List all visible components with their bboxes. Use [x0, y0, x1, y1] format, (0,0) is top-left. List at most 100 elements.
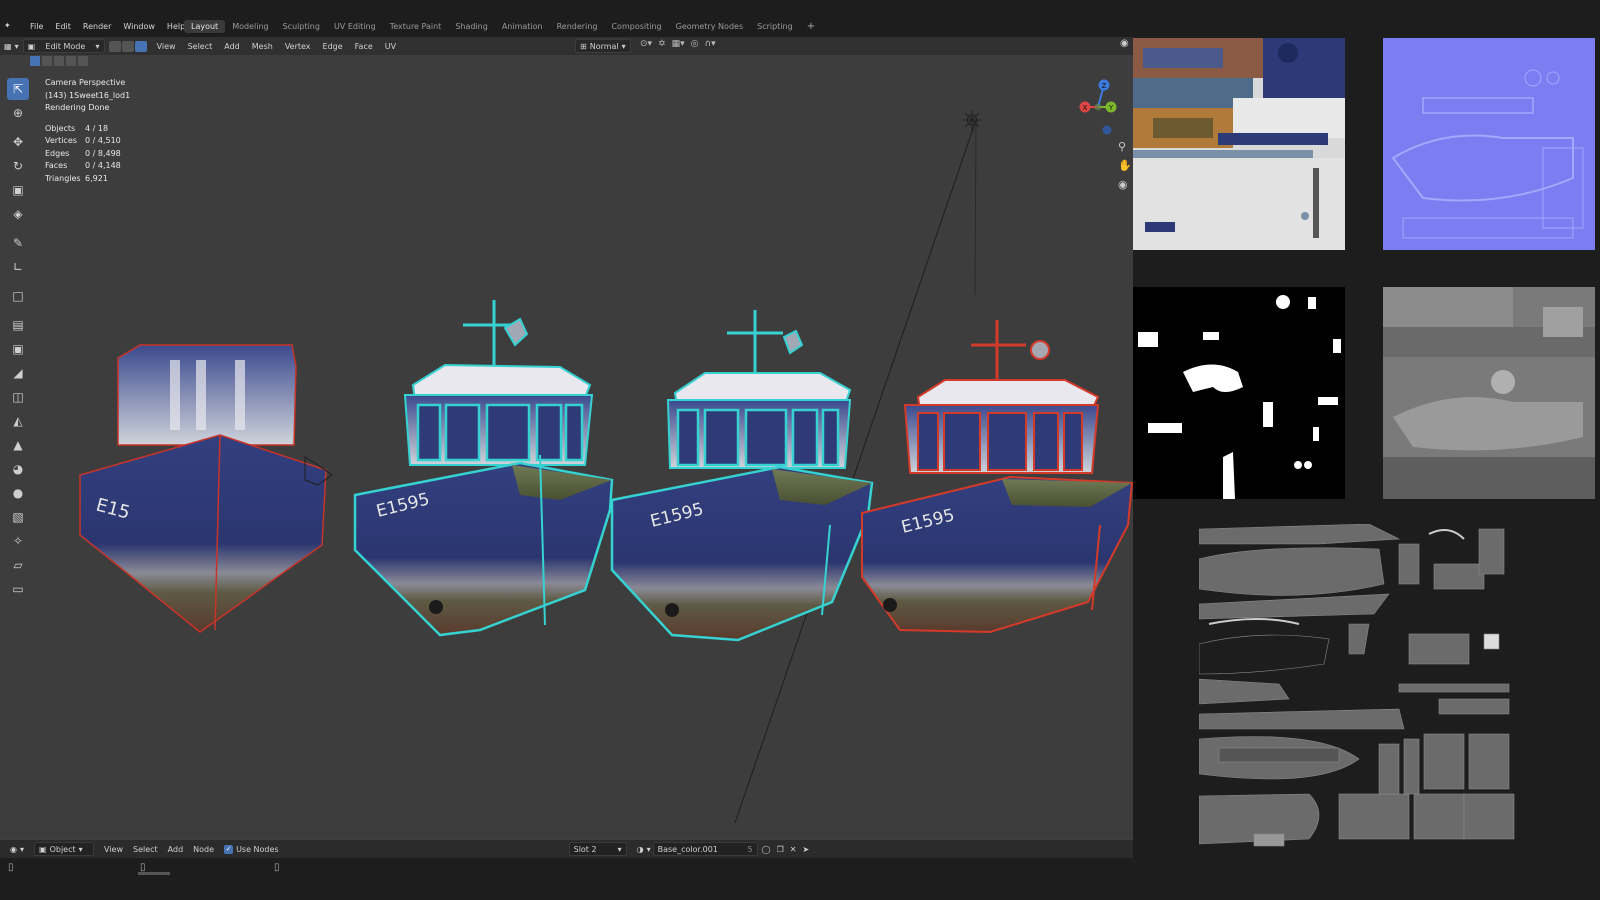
select-intersect-icon[interactable]: [78, 56, 88, 66]
face-select-icon[interactable]: [134, 40, 147, 52]
chevron-down-icon: ▾: [95, 41, 100, 51]
stat-key: Faces: [45, 161, 68, 171]
boat-2[interactable]: E1595: [353, 300, 614, 637]
cursor-icon[interactable]: ⊕: [7, 102, 29, 124]
camera-line: [974, 119, 977, 296]
proportional-edit-icon[interactable]: ◎: [691, 39, 699, 49]
slot-dropdown[interactable]: Slot 2 ▾: [568, 842, 627, 856]
bevel-icon[interactable]: ◢: [7, 362, 29, 384]
tab-animation[interactable]: Animation: [495, 20, 550, 33]
shrink-fatten-icon[interactable]: ✧: [7, 530, 29, 552]
tab-modeling[interactable]: Modeling: [225, 20, 275, 33]
node-menu-select[interactable]: Select: [133, 845, 158, 854]
extrude-icon[interactable]: ▤: [7, 314, 29, 336]
orientation-label: Normal: [589, 41, 619, 51]
inset-icon[interactable]: ▣: [7, 338, 29, 360]
camera-view-icon[interactable]: ◉: [1118, 178, 1132, 191]
transform-icon[interactable]: ◈: [7, 203, 29, 225]
material-browse-button[interactable]: ◑ ▾: [637, 845, 651, 854]
menu-render[interactable]: Render: [83, 22, 111, 31]
node-menu-node[interactable]: Node: [193, 845, 214, 854]
progress-indicator: [138, 872, 170, 875]
move-icon[interactable]: ✥: [7, 131, 29, 153]
smooth-icon[interactable]: ●: [7, 482, 29, 504]
orientation-dropdown[interactable]: ⊞ Normal ▾: [575, 39, 631, 53]
use-nodes-checkbox[interactable]: ✓ Use Nodes: [224, 844, 279, 854]
menu-add[interactable]: Add: [224, 42, 240, 51]
object-type-label: Object: [49, 844, 76, 854]
3d-viewport[interactable]: E15 E1595 E1595 E1595: [0, 55, 1133, 840]
tab-texture-paint[interactable]: Texture Paint: [383, 20, 449, 33]
editor-type-button[interactable]: ◉ ▾: [10, 845, 24, 854]
normal-map-texture: [1383, 38, 1595, 250]
select-difference-icon[interactable]: [66, 56, 76, 66]
rip-region-icon[interactable]: ▭: [7, 578, 29, 600]
viewport-menus: View Select Add Mesh Vertex Edge Face UV: [157, 42, 397, 51]
shear-icon[interactable]: ▱: [7, 554, 29, 576]
tab-geometry-nodes[interactable]: Geometry Nodes: [669, 20, 750, 33]
falloff-icon[interactable]: ∩▾: [705, 39, 716, 49]
boat-3[interactable]: E1595: [610, 310, 874, 642]
menu-file[interactable]: File: [30, 22, 43, 31]
select-new-icon[interactable]: [30, 56, 40, 66]
pin-icon[interactable]: ➤: [802, 845, 809, 854]
menu-view[interactable]: View: [157, 42, 176, 51]
poly-build-icon[interactable]: ▲: [7, 434, 29, 456]
light-object[interactable]: [962, 110, 982, 130]
menu-edge[interactable]: Edge: [323, 42, 343, 51]
menu-mesh[interactable]: Mesh: [252, 42, 273, 51]
menu-edit[interactable]: Edit: [55, 22, 71, 31]
tab-rendering[interactable]: Rendering: [550, 20, 605, 33]
rotate-icon[interactable]: ↻: [7, 155, 29, 177]
select-subtract-icon[interactable]: [54, 56, 64, 66]
edge-select-icon[interactable]: [121, 40, 134, 52]
pan-hand-icon[interactable]: ✋: [1118, 159, 1132, 172]
tab-layout[interactable]: Layout: [184, 19, 226, 33]
material-name-field[interactable]: Base_color.001 5: [652, 842, 758, 856]
object-type-dropdown[interactable]: ▣ Object ▾: [34, 842, 94, 856]
active-object-label: (143) 1Sweet16_lod1: [45, 90, 131, 100]
menu-vertex[interactable]: Vertex: [285, 42, 311, 51]
scale-icon[interactable]: ▣: [7, 179, 29, 201]
chevron-down-icon: ▾: [621, 41, 626, 51]
annotate-icon[interactable]: ✎: [7, 232, 29, 254]
menu-uv[interactable]: UV: [385, 42, 396, 51]
zoom-icon[interactable]: ⚲: [1118, 140, 1132, 153]
loop-cut-icon[interactable]: ◫: [7, 386, 29, 408]
close-icon[interactable]: ✕: [790, 845, 797, 854]
blender-logo-icon[interactable]: ✦: [4, 20, 18, 32]
tab-uv-editing[interactable]: UV Editing: [327, 20, 383, 33]
editor-type-button[interactable]: ▦ ▾: [0, 42, 23, 51]
overlay-toggle-icon[interactable]: ◉: [1120, 38, 1129, 49]
menu-window[interactable]: Window: [123, 22, 155, 31]
fake-user-shield-icon[interactable]: ◯: [762, 845, 771, 854]
tab-sculpting[interactable]: Sculpting: [276, 20, 327, 33]
menu-select[interactable]: Select: [188, 42, 213, 51]
duplicate-icon[interactable]: ❐: [777, 845, 784, 854]
svg-text:Y: Y: [1108, 104, 1114, 112]
add-workspace-button[interactable]: +: [800, 19, 822, 34]
select-extend-icon[interactable]: [42, 56, 52, 66]
tab-shading[interactable]: Shading: [448, 20, 495, 33]
snap-grid-icon[interactable]: ▦▾: [672, 39, 685, 49]
render-status: Rendering Done: [45, 103, 110, 112]
menu-help[interactable]: Help: [167, 22, 185, 31]
snap-icon[interactable]: ✡: [658, 39, 666, 49]
navigation-gizmo[interactable]: Z Y X: [1075, 78, 1120, 138]
edge-slide-icon[interactable]: ▧: [7, 506, 29, 528]
tab-scripting[interactable]: Scripting: [750, 20, 800, 33]
select-box-icon[interactable]: ⇱: [7, 78, 29, 100]
knife-icon[interactable]: ◭: [7, 410, 29, 432]
add-cube-icon[interactable]: □: [7, 285, 29, 307]
measure-icon[interactable]: ∟: [7, 256, 29, 278]
tab-compositing[interactable]: Compositing: [604, 20, 668, 33]
menu-face[interactable]: Face: [355, 42, 373, 51]
mode-dropdown[interactable]: ▣ Edit Mode ▾: [22, 39, 105, 53]
boat-4[interactable]: E1595: [861, 320, 1133, 634]
boat-1-front[interactable]: E15: [79, 344, 333, 633]
vertex-select-icon[interactable]: [108, 40, 121, 52]
pivot-icon[interactable]: ⊙▾: [640, 39, 652, 49]
node-menu-add[interactable]: Add: [168, 845, 184, 854]
spin-icon[interactable]: ◕: [7, 458, 29, 480]
node-menu-view[interactable]: View: [104, 845, 123, 854]
